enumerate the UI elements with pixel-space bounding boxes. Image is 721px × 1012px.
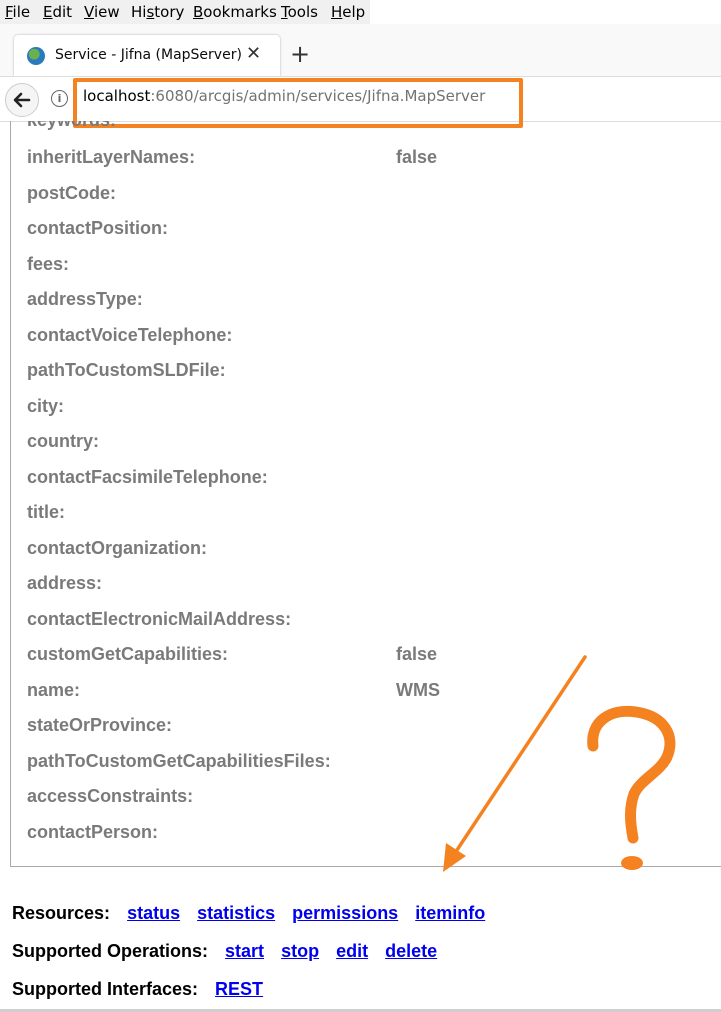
property-key: contactFacsimileTelephone: [27,467,268,487]
menu-tools[interactable]: Tools [281,3,318,21]
tab-service-jifna[interactable]: Service - Jifna (MapServer) ✕ [14,35,280,76]
property-key: pathToCustomSLDFile: [27,360,226,380]
close-icon[interactable]: ✕ [246,43,261,64]
link-rest[interactable]: REST [215,979,263,999]
menu-bookmarks[interactable]: Bookmarks [193,3,277,21]
link-status[interactable]: status [127,903,180,923]
property-key: address: [27,573,103,593]
property-key: contactOrganization: [27,538,208,558]
property-value: false [396,147,438,167]
property-key: stateOrProvince: [27,715,173,735]
arrow-left-icon [13,92,31,108]
property-key: name: [27,680,81,700]
resources-row: Resources: status statistics permissions… [12,903,485,924]
back-button[interactable] [5,83,39,117]
link-edit[interactable]: edit [336,941,368,961]
menu-history[interactable]: History [131,3,184,21]
operations-row: Supported Operations: start stop edit de… [12,941,437,962]
tab-title: Service - Jifna (MapServer) [55,47,242,63]
property-key: contactPerson: [27,822,159,842]
menu-bar: File Edit View History Bookmarks Tools H… [0,0,370,24]
link-statistics[interactable]: statistics [197,903,275,923]
new-tab-button[interactable]: + [290,42,310,66]
property-key: accessConstraints: [27,786,194,806]
link-delete[interactable]: delete [385,941,437,961]
property-key: contactElectronicMailAddress: [27,609,292,629]
globe-icon [27,47,45,65]
property-key: keywords: [27,121,116,131]
property-key: fees: [27,254,70,274]
properties-panel: keywords: inheritLayerNames: false postC… [10,121,721,867]
interfaces-row: Supported Interfaces: REST [12,979,263,1000]
property-key: title: [27,502,65,522]
link-iteminfo[interactable]: iteminfo [415,903,485,923]
property-key: city: [27,396,65,416]
property-value: false [396,644,438,664]
info-icon[interactable]: i [51,90,68,107]
resources-label: Resources: [12,903,111,923]
property-key: addressType: [27,289,143,309]
property-value: WMS [396,680,440,700]
property-key: inheritLayerNames: [27,147,196,167]
link-start[interactable]: start [225,941,264,961]
property-key: contactVoiceTelephone: [27,325,233,345]
property-key: pathToCustomGetCapabilitiesFiles: [27,751,331,771]
property-key: contactPosition: [27,218,169,238]
interfaces-label: Supported Interfaces: [12,979,199,999]
operations-label: Supported Operations: [12,941,209,961]
link-permissions[interactable]: permissions [292,903,398,923]
property-key: customGetCapabilities: [27,644,229,664]
property-key: country: [27,431,99,451]
menu-edit[interactable]: Edit [43,3,72,21]
menu-view[interactable]: View [84,3,120,21]
link-stop[interactable]: stop [281,941,319,961]
property-key: postCode: [27,183,116,203]
menu-help[interactable]: Help [331,3,365,21]
menu-file[interactable]: File [5,3,30,21]
